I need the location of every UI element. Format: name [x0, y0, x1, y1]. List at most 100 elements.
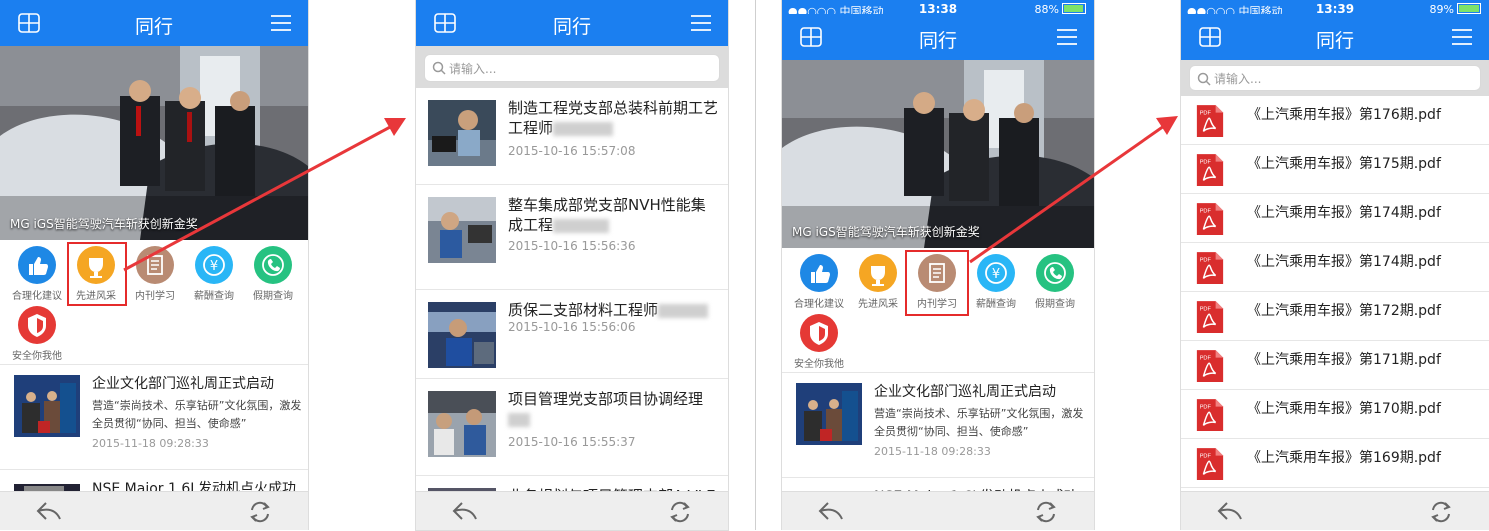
- yen-icon: ¥: [977, 254, 1015, 292]
- menu-icon[interactable]: [1451, 28, 1473, 46]
- icon-label: 薪酬查询: [194, 291, 234, 302]
- item-title: 制造工程党支部总装科前期工艺工程师: [508, 99, 719, 137]
- pdf-name: 《上汽乘用车报》第175期.pdf: [1247, 156, 1441, 172]
- person-thumbnail: [428, 197, 496, 263]
- pdf-item[interactable]: 《上汽乘用车报》第170期.pdf: [1181, 390, 1489, 439]
- search-input[interactable]: 请输入...: [424, 54, 720, 82]
- pdf-name: 《上汽乘用车报》第174期.pdf: [1247, 205, 1441, 221]
- menu-icon[interactable]: [690, 14, 712, 32]
- menu-icon[interactable]: [1056, 28, 1078, 46]
- svg-text:¥: ¥: [992, 267, 1000, 282]
- person-thumbnail: [428, 302, 496, 368]
- news-title: 企业文化部门巡礼周正式启动: [874, 384, 1056, 400]
- icon-label: 安全你我他: [12, 351, 62, 362]
- back-icon[interactable]: [1217, 500, 1243, 522]
- icon-label: 内刊学习: [135, 291, 175, 302]
- shield-icon: [18, 306, 56, 344]
- refresh-icon[interactable]: [1034, 500, 1058, 524]
- back-icon[interactable]: [818, 500, 844, 522]
- list-item[interactable]: 项目管理党支部项目协调经理 2015-10-16 15:55:37: [416, 379, 728, 476]
- refresh-icon[interactable]: [248, 500, 272, 524]
- news-thumbnail: [14, 375, 80, 437]
- icon-holiday[interactable]: 假期查询: [1026, 254, 1084, 310]
- list-item[interactable]: 质保二支部材料工程师 2015-10-16 15:56:06: [416, 290, 728, 379]
- item-time: 2015-10-16 15:57:08: [508, 144, 636, 158]
- thumbs-up-icon: [800, 254, 838, 292]
- banner-photo: [782, 60, 1094, 248]
- svg-text:¥: ¥: [210, 259, 218, 274]
- shield-icon: [800, 314, 838, 352]
- icon-salary[interactable]: ¥ 薪酬查询: [185, 246, 243, 302]
- item-time: 2015-10-16 15:55:37: [508, 435, 636, 449]
- nav-title: 同行: [1315, 30, 1354, 52]
- icon-label: 合理化建议: [794, 299, 844, 310]
- screen-magazine-list: ●●○○○ 中国移动 13:39 89% 同行 请输入... 《上汽乘用车报》第…: [1180, 0, 1489, 530]
- bottom-toolbar: [1181, 491, 1489, 530]
- screen-advanced-list: 同行 请输入... 制造工程党支部总装科前期工艺工程师 2015-10-16 1…: [415, 0, 729, 531]
- pdf-file-icon: [1196, 104, 1224, 138]
- icon-holiday[interactable]: 假期查询: [244, 246, 302, 302]
- icon-safety[interactable]: 安全你我他: [790, 314, 848, 370]
- pdf-name: 《上汽乘用车报》第174期.pdf: [1247, 254, 1441, 270]
- icon-label: 合理化建议: [12, 291, 62, 302]
- pdf-item[interactable]: 《上汽乘用车报》第171期.pdf: [1181, 341, 1489, 390]
- refresh-icon[interactable]: [1429, 500, 1453, 524]
- pdf-item[interactable]: 《上汽乘用车报》第169期.pdf: [1181, 439, 1489, 488]
- pdf-file-icon: [1196, 202, 1224, 236]
- nav-title: 同行: [918, 30, 957, 52]
- news-item[interactable]: 企业文化部门巡礼周正式启动 营造“崇尚技术、乐享钻研”文化氛围，激发全员贯彻“协…: [0, 364, 308, 470]
- notebook-icon: [136, 246, 174, 284]
- banner-photo: [0, 46, 308, 240]
- pdf-name: 《上汽乘用车报》第169期.pdf: [1247, 450, 1441, 466]
- screen-home-2: ●●○○○ 中国移动 13:38 88% 同行 MG iGS智能驾驶汽车斩获创新…: [781, 0, 1095, 530]
- pdf-name: 《上汽乘用车报》第172期.pdf: [1247, 303, 1441, 319]
- icon-label: 先进风采: [858, 299, 898, 310]
- nav-title: 同行: [552, 16, 591, 38]
- pdf-file-icon: [1196, 153, 1224, 187]
- nav-bar: 同行: [782, 14, 1094, 60]
- list-item[interactable]: 整车集成部党支部NVH性能集成工程 2015-10-16 15:56:36: [416, 185, 728, 290]
- nav-title: 同行: [134, 16, 173, 38]
- icon-label: 假期查询: [253, 291, 293, 302]
- person-thumbnail: [428, 100, 496, 166]
- panel-divider: [755, 0, 756, 530]
- highlight-box: [67, 242, 127, 306]
- list-item[interactable]: 制造工程党支部总装科前期工艺工程师 2015-10-16 15:57:08: [416, 88, 728, 185]
- search-icon: [432, 61, 446, 75]
- icon-suggestion[interactable]: 合理化建议: [790, 254, 848, 310]
- icon-salary[interactable]: ¥ 薪酬查询: [967, 254, 1025, 310]
- pdf-file-icon: [1196, 398, 1224, 432]
- search-bar: 请输入...: [416, 46, 728, 88]
- pdf-name: 《上汽乘用车报》第171期.pdf: [1247, 352, 1441, 368]
- banner-caption: MG iGS智能驾驶汽车斩获创新金奖: [792, 225, 980, 239]
- pdf-item[interactable]: 《上汽乘用车报》第174期.pdf: [1181, 243, 1489, 292]
- icon-label: 假期查询: [1035, 299, 1075, 310]
- news-subtitle: 营造“崇尚技术、乐享钻研”文化氛围，激发全员贯彻“协同、担当、使命感”: [874, 407, 1084, 438]
- news-item[interactable]: 企业文化部门巡礼周正式启动 营造“崇尚技术、乐享钻研”文化氛围，激发全员贯彻“协…: [782, 372, 1094, 478]
- icon-magazine[interactable]: 内刊学习: [126, 246, 184, 302]
- menu-icon[interactable]: [270, 14, 292, 32]
- back-icon[interactable]: [452, 500, 478, 522]
- icon-suggestion[interactable]: 合理化建议: [8, 246, 66, 302]
- refresh-icon[interactable]: [668, 500, 692, 524]
- thumbs-up-icon: [18, 246, 56, 284]
- pdf-item[interactable]: 《上汽乘用车报》第175期.pdf: [1181, 145, 1489, 194]
- banner-caption: MG iGS智能驾驶汽车斩获创新金奖: [10, 217, 198, 231]
- item-time: 2015-10-16 15:56:06: [508, 320, 636, 334]
- pdf-item[interactable]: 《上汽乘用车报》第174期.pdf: [1181, 194, 1489, 243]
- icon-safety[interactable]: 安全你我他: [8, 306, 66, 362]
- pdf-item[interactable]: 《上汽乘用车报》第172期.pdf: [1181, 292, 1489, 341]
- search-input[interactable]: 请输入...: [1189, 65, 1481, 91]
- nav-bar: 同行: [1181, 14, 1489, 60]
- person-thumbnail: [428, 391, 496, 457]
- pdf-file-icon: [1196, 251, 1224, 285]
- news-time: 2015-11-18 09:28:33: [874, 445, 991, 458]
- bottom-toolbar: [0, 491, 308, 530]
- back-icon[interactable]: [36, 500, 62, 522]
- search-bar: 请输入...: [1181, 60, 1489, 96]
- banner[interactable]: MG iGS智能驾驶汽车斩获创新金奖: [0, 46, 308, 240]
- pdf-item[interactable]: 《上汽乘用车报》第176期.pdf: [1181, 96, 1489, 145]
- pdf-file-icon: [1196, 300, 1224, 334]
- banner[interactable]: MG iGS智能驾驶汽车斩获创新金奖: [782, 60, 1094, 248]
- icon-advanced[interactable]: 先进风采: [849, 254, 907, 310]
